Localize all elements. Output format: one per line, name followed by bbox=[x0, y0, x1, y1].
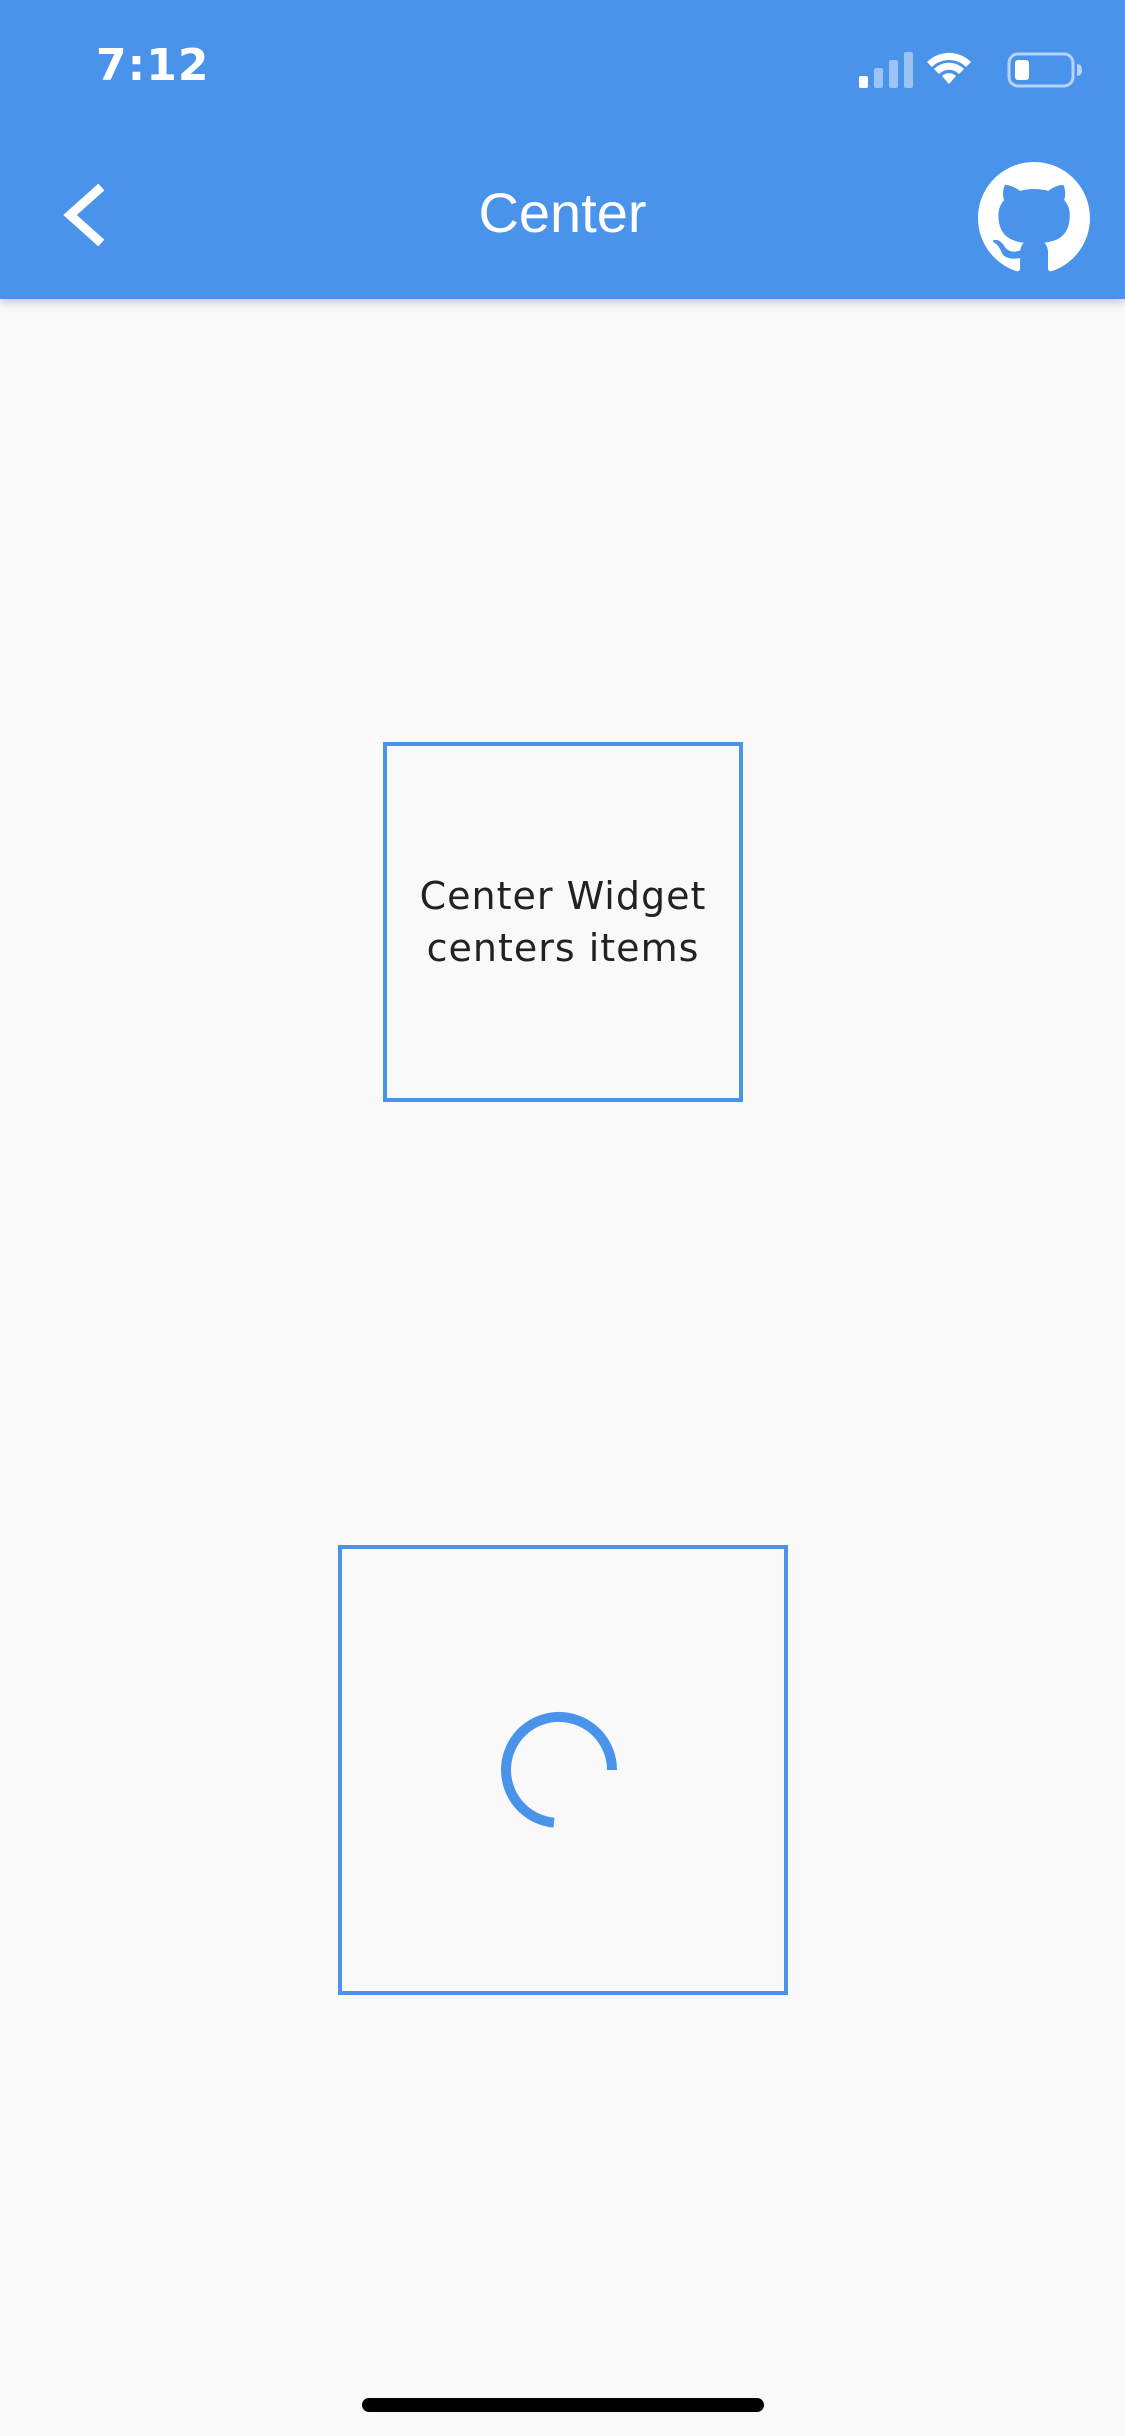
home-indicator[interactable] bbox=[362, 2398, 764, 2412]
app-bar: 7:12 Center bbox=[0, 0, 1125, 299]
status-time: 7:12 bbox=[96, 40, 210, 91]
loading-spinner-icon bbox=[501, 1711, 617, 1828]
wifi-icon bbox=[927, 52, 971, 84]
center-spinner-box bbox=[338, 1545, 788, 1995]
loading-spinner bbox=[498, 1705, 628, 1835]
page-title: Center bbox=[478, 181, 647, 244]
github-button[interactable] bbox=[978, 162, 1090, 274]
battery-low-icon bbox=[1007, 52, 1082, 88]
center-text-label: Center Widget centers items bbox=[419, 874, 707, 970]
center-text-box: Center Widget centers items bbox=[383, 742, 743, 1102]
github-octocat-icon bbox=[978, 162, 1090, 272]
cellular-signal-icon bbox=[859, 52, 913, 88]
